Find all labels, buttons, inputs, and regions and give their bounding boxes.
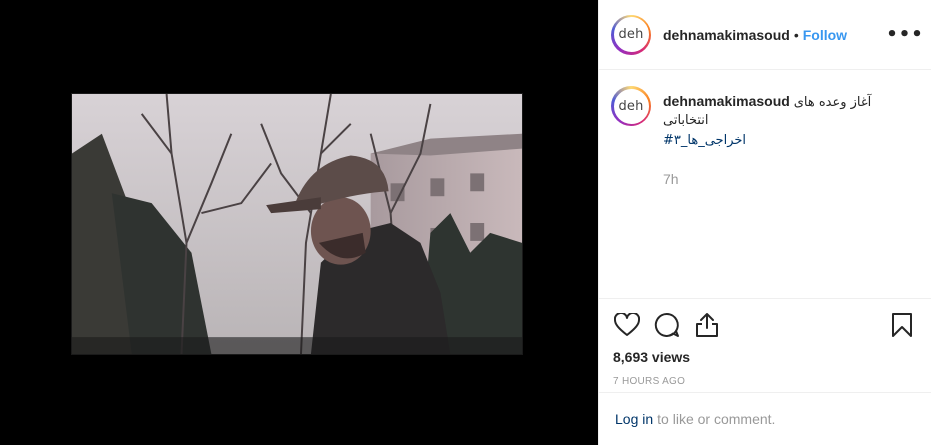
actions-section: 8,693 views 7 HOURS AGO — [599, 298, 931, 392]
post-side-panel: deh dehnamakimasoud • Follow ••• deh deh… — [598, 0, 931, 445]
caption-username[interactable]: dehnamakimasoud — [663, 93, 790, 109]
separator-dot: • — [793, 26, 799, 43]
caption-body: dehnamakimasoud آغاز وعده های انتخاباتی … — [663, 86, 871, 188]
hashtag-link[interactable]: #اخراجی_ها_۳ — [663, 132, 746, 150]
instagram-post: deh dehnamakimasoud • Follow ••• deh deh… — [0, 0, 931, 445]
post-header: deh dehnamakimasoud • Follow ••• — [599, 0, 931, 70]
avatar-text: deh — [618, 27, 644, 42]
action-bar — [613, 311, 916, 339]
login-prompt: Log in to like or comment. — [599, 392, 931, 445]
video-area[interactable] — [0, 0, 598, 445]
comment-icon[interactable] — [653, 311, 681, 339]
caption-line1: آغاز وعده های — [793, 95, 872, 110]
share-icon[interactable] — [693, 311, 721, 339]
video-frame-image — [72, 94, 522, 354]
relative-timestamp: 7h — [663, 171, 679, 187]
caption-avatar[interactable]: deh — [611, 86, 651, 126]
login-prompt-text: to like or comment. — [657, 411, 776, 427]
caption-line2: انتخاباتی — [663, 113, 709, 128]
header-username[interactable]: dehnamakimasoud — [663, 27, 790, 43]
bookmark-icon[interactable] — [888, 311, 916, 339]
post-timestamp[interactable]: 7 HOURS AGO — [613, 376, 916, 387]
caption-row: deh dehnamakimasoud آغاز وعده های انتخاب… — [611, 86, 917, 188]
profile-avatar[interactable]: deh — [611, 14, 651, 55]
more-options-icon[interactable]: ••• — [886, 23, 923, 47]
login-link[interactable]: Log in — [615, 411, 653, 427]
avatar-text: deh — [618, 98, 644, 114]
views-count[interactable]: 8,693 views — [613, 349, 916, 365]
heart-icon[interactable] — [613, 311, 641, 339]
follow-button[interactable]: Follow — [803, 27, 847, 43]
video-player[interactable] — [71, 93, 523, 355]
caption-section: deh dehnamakimasoud آغاز وعده های انتخاب… — [599, 70, 931, 298]
